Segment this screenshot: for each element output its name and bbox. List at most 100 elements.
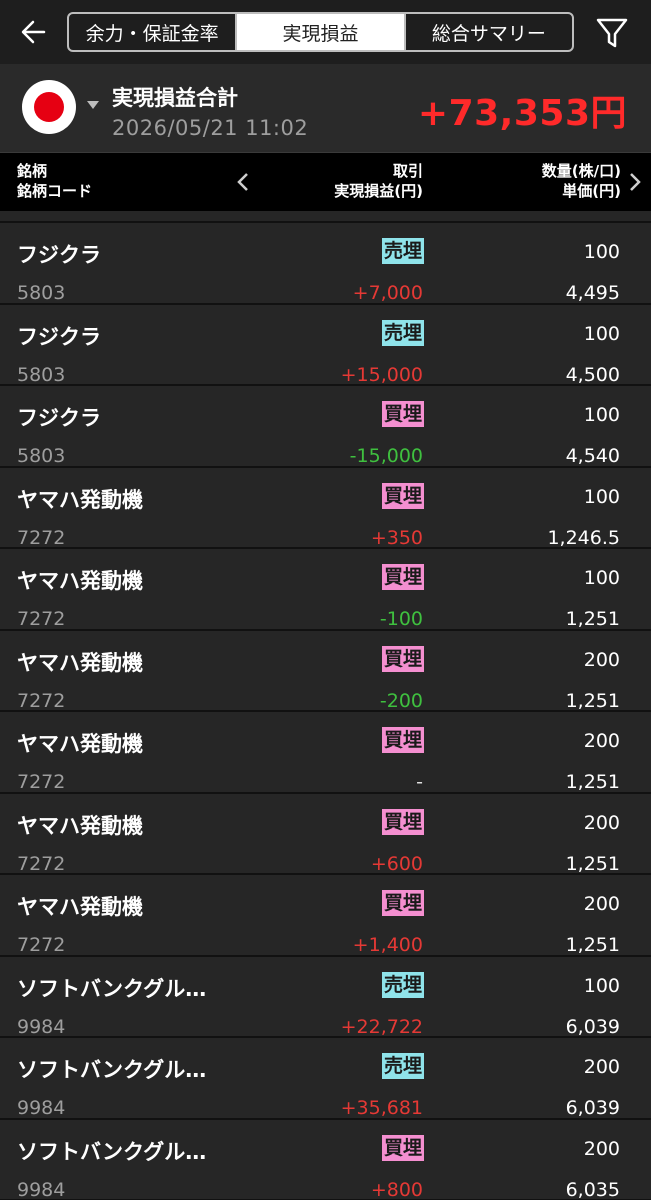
- stock-name: ヤマハ発動機: [17, 569, 143, 593]
- quantity: 100: [583, 974, 620, 997]
- stock-code: 7272: [17, 852, 66, 875]
- realized-pnl-summary: 実現損益合計 2026/05/21 11:02 +73,353円: [0, 64, 651, 153]
- trade-type-badge: 買埋: [381, 401, 424, 427]
- table-row[interactable]: ヤマハ発動機 7272 買埋 - 200 1,251: [0, 712, 651, 794]
- tab-summary[interactable]: 総合サマリー: [406, 14, 572, 50]
- trade-type-badge: 売埋: [381, 238, 424, 264]
- caret-down-icon[interactable]: [86, 100, 100, 110]
- stock-code: 5803: [17, 282, 66, 304]
- trade-type-badge: 買埋: [381, 645, 424, 672]
- quantity: 100: [583, 404, 620, 426]
- table-row[interactable]: フジクラ 5803 売埋 +15,000 100 4,500: [0, 304, 651, 386]
- realized-pnl: +800: [370, 1178, 423, 1200]
- realized-pnl: +1,400: [352, 934, 423, 956]
- tab-realized-pnl[interactable]: 実現損益: [237, 14, 406, 50]
- unit-price: 1,251: [565, 608, 620, 630]
- stock-name: ヤマハ発動機: [17, 650, 143, 675]
- stock-code: 9984: [17, 1097, 66, 1119]
- realized-pnl: -100: [379, 608, 423, 630]
- stock-code: 9984: [17, 1178, 66, 1200]
- table-header: 銘柄 銘柄コード 取引 実現損益(円) 数量(株/口) 単価(円): [0, 153, 651, 211]
- unit-price: 6,039: [565, 1097, 620, 1119]
- chevron-right-icon[interactable]: [628, 171, 642, 193]
- trade-type-badge: 売埋: [381, 971, 424, 998]
- unit-price: 1,251: [565, 771, 620, 793]
- pnl-list[interactable]: フジクラ 5803 売埋 +7,000 100 4,495 フジクラ 5803 売埋 +15,00…: [0, 211, 651, 1200]
- table-row[interactable]: ソフトバンクグル… 9984 買埋 +800 200 6,035: [0, 1119, 651, 1200]
- realized-pnl: -: [416, 771, 423, 793]
- quantity: 100: [583, 567, 620, 589]
- stock-name: ソフトバンクグル…: [17, 1058, 207, 1082]
- unit-price: 1,251: [565, 852, 620, 875]
- summary-total: +73,353円: [417, 93, 627, 134]
- table-row[interactable]: ヤマハ発動機 7272 買埋 +350 100 1,246.5: [0, 467, 651, 549]
- stock-name: ヤマハ発動機: [17, 813, 143, 838]
- realized-pnl: +600: [370, 852, 423, 875]
- stock-name: ソフトバンクグル…: [17, 976, 207, 1001]
- table-row[interactable]: フジクラ 5803 買埋 -15,000 100 4,540: [0, 386, 651, 468]
- unit-price: 6,039: [565, 1015, 620, 1038]
- quantity: 200: [583, 893, 620, 915]
- top-bar: 余力・保証金率 実現損益 総合サマリー: [0, 0, 651, 64]
- realized-pnl: +350: [370, 526, 423, 549]
- filter-icon: [596, 18, 628, 48]
- trade-type-badge: 買埋: [381, 482, 424, 509]
- trade-type-badge: 買埋: [381, 1134, 424, 1161]
- stock-name: フジクラ: [17, 324, 101, 349]
- quantity: 100: [583, 241, 620, 263]
- table-row-partial: [0, 211, 651, 223]
- stock-code: 7272: [17, 608, 66, 630]
- stock-code: 7272: [17, 526, 66, 549]
- trade-type-badge: 買埋: [381, 564, 424, 590]
- unit-price: 4,540: [565, 445, 620, 467]
- filter-button[interactable]: [594, 14, 630, 52]
- stock-code: 5803: [17, 445, 66, 467]
- stock-code: 9984: [17, 1015, 66, 1038]
- stock-code: 7272: [17, 771, 66, 793]
- header-col-qty: 数量(株/口) 単価(円): [541, 162, 621, 200]
- japan-flag-icon[interactable]: [22, 80, 76, 134]
- realized-pnl: +7,000: [352, 282, 423, 304]
- stock-code: 5803: [17, 363, 66, 386]
- table-row[interactable]: ヤマハ発動機 7272 買埋 -200 200 1,251: [0, 630, 651, 712]
- stock-name: ヤマハ発動機: [17, 895, 143, 919]
- table-row[interactable]: ソフトバンクグル… 9984 売埋 +22,722 100 6,039: [0, 956, 651, 1038]
- quantity: 100: [583, 485, 620, 508]
- unit-price: 4,500: [565, 363, 620, 386]
- table-row[interactable]: ヤマハ発動機 7272 買埋 +600 200 1,251: [0, 793, 651, 875]
- header-col-stock: 銘柄 銘柄コード: [17, 162, 93, 200]
- tab-margin-ratio[interactable]: 余力・保証金率: [69, 14, 238, 50]
- stock-code: 7272: [17, 689, 66, 712]
- unit-price: 1,251: [565, 934, 620, 956]
- unit-price: 4,495: [565, 282, 620, 304]
- table-row[interactable]: ヤマハ発動機 7272 買埋 -100 100 1,251: [0, 549, 651, 631]
- quantity: 200: [583, 811, 620, 834]
- realized-pnl: +35,681: [340, 1097, 423, 1119]
- trade-type-badge: 買埋: [381, 808, 424, 835]
- stock-name: ヤマハ発動機: [17, 487, 143, 512]
- stock-name: フジクラ: [17, 243, 101, 267]
- summary-datetime: 2026/05/21 11:02: [112, 116, 309, 140]
- stock-code: 7272: [17, 934, 66, 956]
- table-row[interactable]: ソフトバンクグル… 9984 売埋 +35,681 200 6,039: [0, 1038, 651, 1120]
- back-button[interactable]: [16, 14, 52, 50]
- stock-name: ソフトバンクグル…: [17, 1139, 207, 1164]
- realized-pnl: -15,000: [349, 445, 423, 467]
- trade-type-badge: 買埋: [381, 890, 424, 916]
- quantity: 200: [583, 1137, 620, 1160]
- quantity: 200: [583, 1056, 620, 1078]
- table-row[interactable]: フジクラ 5803 売埋 +7,000 100 4,495: [0, 223, 651, 305]
- unit-price: 6,035: [565, 1178, 620, 1200]
- stock-name: ヤマハ発動機: [17, 732, 143, 756]
- back-arrow-icon: [21, 20, 46, 44]
- trade-type-badge: 売埋: [381, 319, 424, 346]
- table-row[interactable]: ヤマハ発動機 7272 買埋 +1,400 200 1,251: [0, 875, 651, 957]
- realized-pnl: +15,000: [340, 363, 423, 386]
- chevron-left-icon[interactable]: [236, 171, 250, 193]
- unit-price: 1,251: [565, 689, 620, 712]
- realized-pnl: -200: [379, 689, 423, 712]
- quantity: 200: [583, 730, 620, 752]
- quantity: 200: [583, 648, 620, 671]
- quantity: 100: [583, 322, 620, 345]
- trade-type-badge: 買埋: [381, 727, 424, 753]
